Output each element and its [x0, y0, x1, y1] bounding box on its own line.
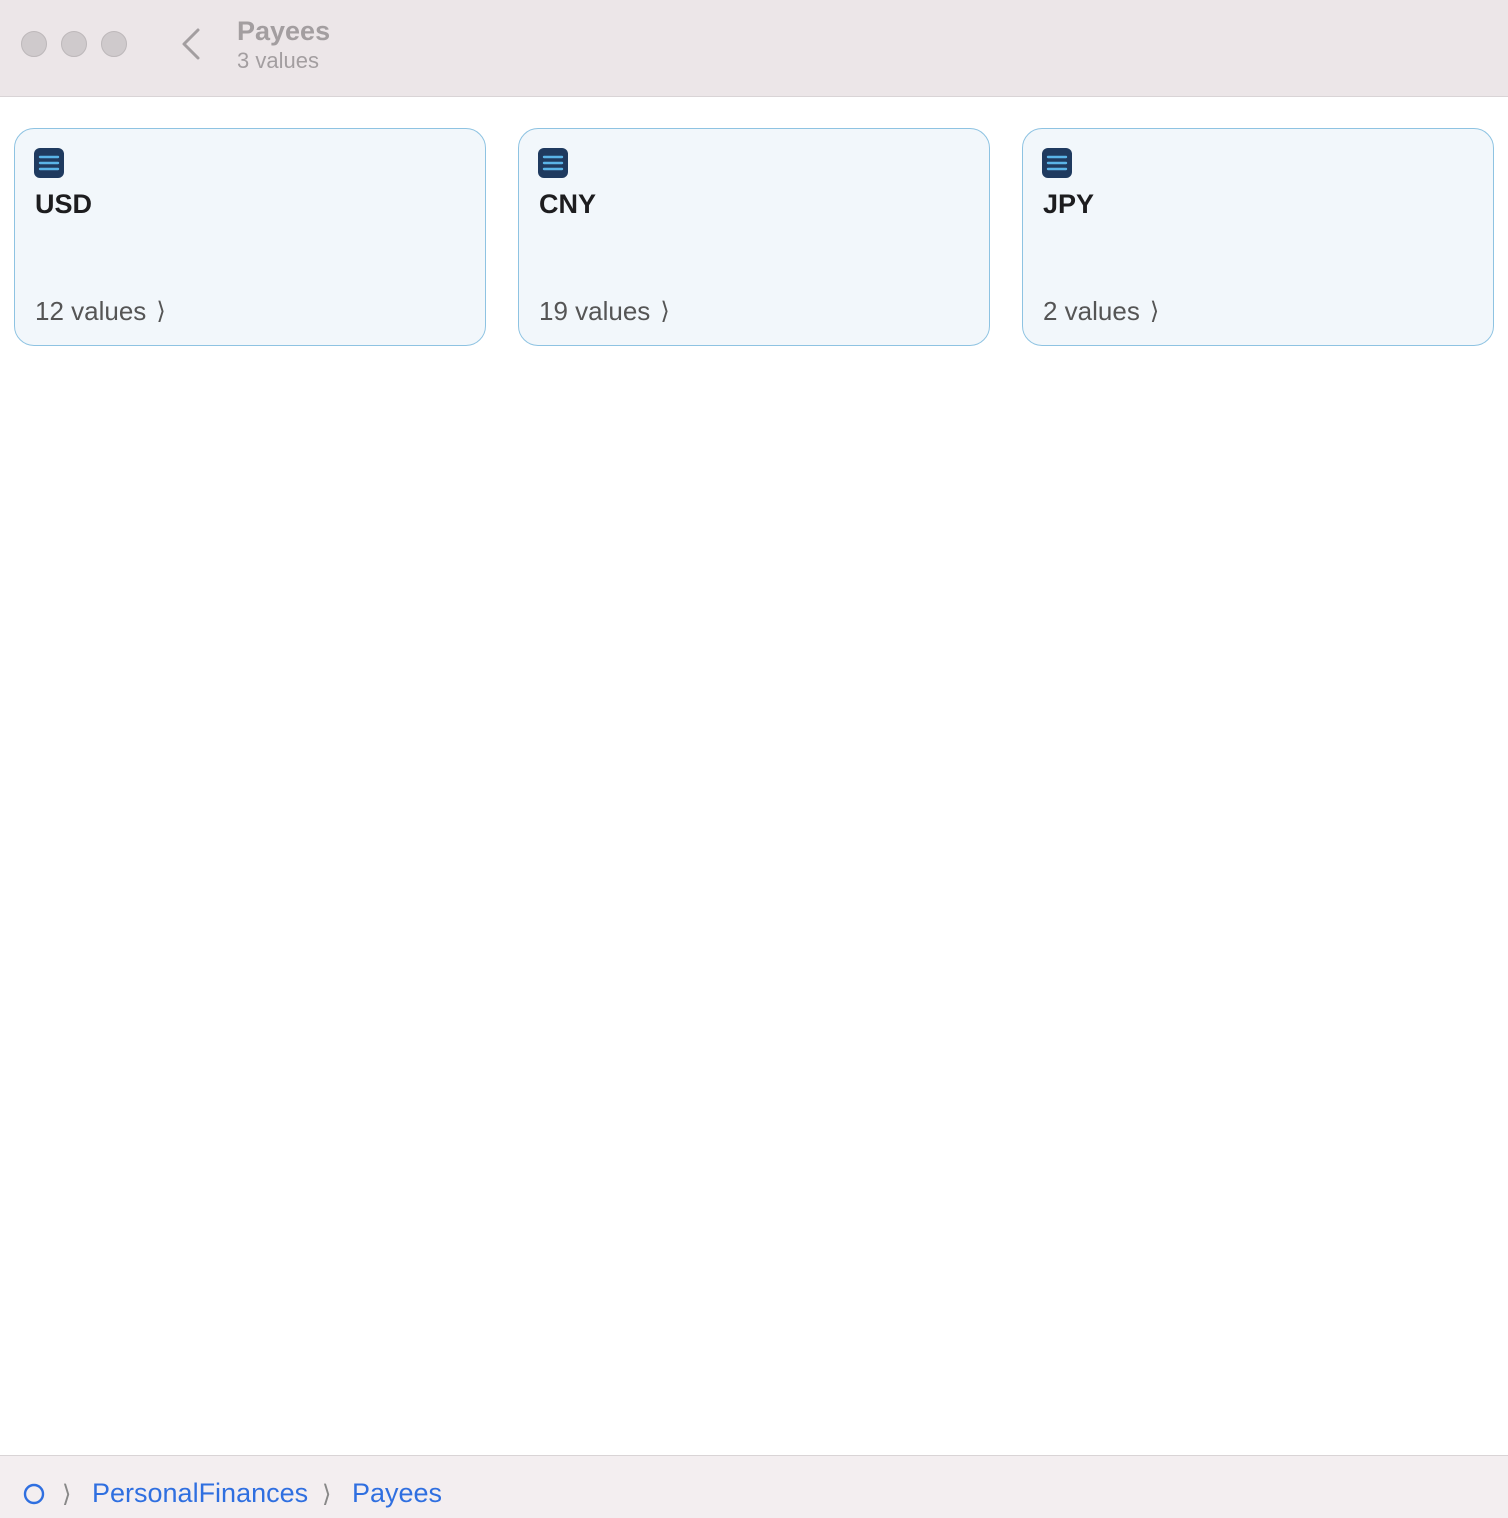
- chevron-right-icon: ⟩: [156, 298, 166, 325]
- minimize-window-button[interactable]: [61, 31, 87, 57]
- breadcrumb-separator-icon: ⟩: [322, 1481, 332, 1508]
- window-title: Payees: [237, 16, 331, 46]
- list-icon: [538, 148, 568, 178]
- collection-card-jpy[interactable]: JPY 2 values ⟩: [1022, 128, 1494, 346]
- card-title: USD: [35, 189, 93, 219]
- card-value-count: 2 values: [1043, 296, 1140, 326]
- chevron-right-icon: ⟩: [1149, 298, 1160, 325]
- list-icon: [34, 148, 64, 178]
- root-circle-icon[interactable]: [23, 1483, 45, 1505]
- close-window-button[interactable]: [21, 31, 47, 57]
- zoom-window-button[interactable]: [101, 31, 127, 57]
- list-icon: [1042, 148, 1072, 178]
- breadcrumb: ⟩ PersonalFinances ⟩ Payees: [0, 1455, 1508, 1518]
- card-footer[interactable]: 12 values ⟩: [35, 296, 166, 327]
- chevron-left-icon: [182, 28, 200, 60]
- card-title: CNY: [539, 189, 597, 219]
- chevron-right-icon: ⟩: [660, 298, 670, 325]
- window-subtitle: 3 values: [237, 48, 319, 73]
- card-value-count: 12 values: [35, 296, 147, 326]
- breadcrumb-separator-icon: ⟩: [62, 1481, 72, 1508]
- breadcrumb-item-personalfinances[interactable]: PersonalFinances: [92, 1478, 308, 1509]
- back-button[interactable]: [174, 24, 210, 64]
- card-value-count: 19 values: [539, 296, 651, 326]
- card-footer[interactable]: 2 values ⟩: [1043, 296, 1159, 327]
- card-footer[interactable]: 19 values ⟩: [539, 296, 670, 327]
- collection-card-cny[interactable]: CNY 19 values ⟩: [518, 128, 990, 346]
- collection-card-usd[interactable]: USD 12 values ⟩: [14, 128, 486, 346]
- card-title: JPY: [1043, 189, 1095, 219]
- title-bar: Payees 3 values: [0, 0, 1508, 97]
- breadcrumb-item-payees[interactable]: Payees: [352, 1478, 442, 1509]
